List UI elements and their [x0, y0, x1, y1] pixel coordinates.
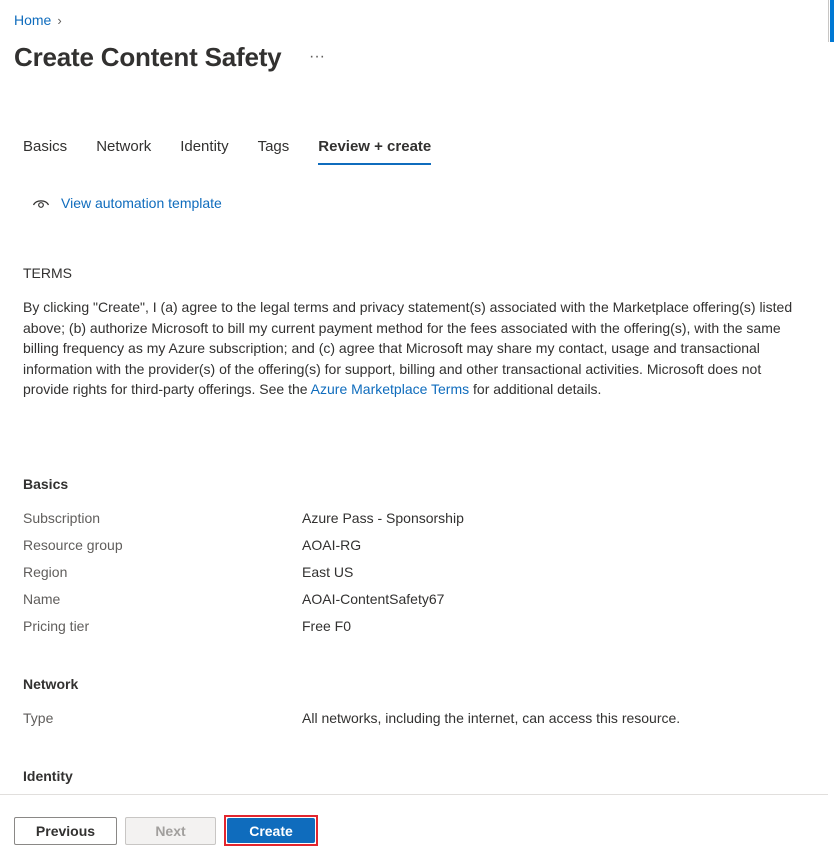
- summary-value: East US: [302, 564, 354, 580]
- terms-heading: TERMS: [23, 265, 72, 281]
- create-button[interactable]: Create: [227, 818, 315, 843]
- tab-list: Basics Network Identity Tags Review + cr…: [23, 138, 460, 165]
- summary-key: Region: [23, 564, 68, 580]
- terms-text: By clicking "Create", I (a) agree to the…: [23, 297, 793, 400]
- view-automation-template-link[interactable]: View automation template: [32, 195, 222, 211]
- summary-value: Azure Pass - Sponsorship: [302, 510, 464, 526]
- view-automation-template-label: View automation template: [61, 195, 222, 211]
- summary-key: Pricing tier: [23, 618, 90, 634]
- summary-key: Type: [23, 710, 54, 726]
- summary-row-resource-group: Resource group AOAI-RG: [23, 537, 361, 553]
- breadcrumb: Home ›: [14, 12, 62, 28]
- summary-key: Subscription: [23, 510, 101, 526]
- chevron-right-icon: ›: [57, 12, 62, 28]
- tab-review-create[interactable]: Review + create: [318, 138, 432, 165]
- summary-row-network-type: Type All networks, including the interne…: [23, 710, 680, 726]
- tab-tags[interactable]: Tags: [258, 138, 290, 165]
- basics-section-title: Basics: [23, 476, 69, 492]
- summary-row-region: Region East US: [23, 564, 353, 580]
- summary-key: Resource group: [23, 537, 123, 553]
- tab-basics[interactable]: Basics: [23, 138, 67, 165]
- summary-value: AOAI-ContentSafety67: [302, 591, 445, 607]
- next-button[interactable]: Next: [125, 817, 216, 845]
- summary-row-name: Name AOAI-ContentSafety67: [23, 591, 444, 607]
- eye-icon: [32, 200, 50, 208]
- tab-network[interactable]: Network: [96, 138, 151, 165]
- footer-divider: [0, 794, 828, 795]
- summary-value: AOAI-RG: [302, 537, 362, 553]
- network-section-title: Network: [23, 676, 79, 692]
- tab-identity[interactable]: Identity: [180, 138, 228, 165]
- previous-button[interactable]: Previous: [14, 817, 117, 845]
- azure-marketplace-terms-link[interactable]: Azure Marketplace Terms: [311, 381, 469, 397]
- terms-text-after: for additional details.: [469, 381, 602, 397]
- ellipsis-icon[interactable]: ···: [309, 48, 325, 66]
- breadcrumb-home-link[interactable]: Home: [14, 12, 51, 28]
- summary-row-pricing-tier: Pricing tier Free F0: [23, 618, 351, 634]
- summary-value: Free F0: [302, 618, 352, 634]
- scrollbar-track: [828, 0, 829, 42]
- summary-value: All networks, including the internet, ca…: [302, 710, 681, 726]
- scrollbar-thumb[interactable]: [830, 0, 834, 42]
- summary-key: Name: [23, 591, 61, 607]
- page-title: Create Content Safety: [14, 42, 282, 72]
- summary-row-subscription: Subscription Azure Pass - Sponsorship: [23, 510, 464, 526]
- identity-section-title: Identity: [23, 768, 73, 784]
